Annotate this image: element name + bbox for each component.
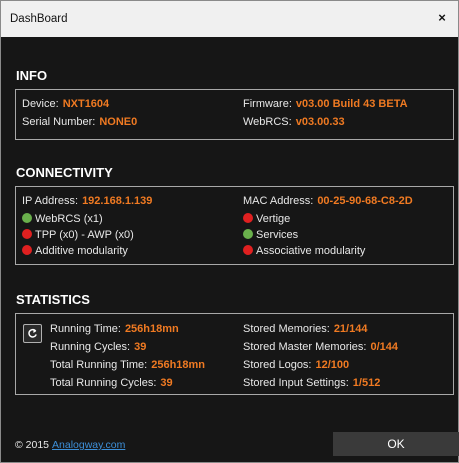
webrcs-row: WebRCS: v03.00.33 [243, 116, 345, 128]
total-running-cycles-row: Total Running Cycles: 39 [50, 377, 173, 389]
statistics-section-title: STATISTICS [16, 292, 90, 307]
stored-memories-row: Stored Memories: 21/144 [243, 323, 367, 335]
total-running-time-value: 256h18mn [151, 359, 206, 371]
serial-row: Serial Number: NONE0 [22, 116, 137, 128]
firmware-row: Firmware: v03.00 Build 43 BETA [243, 98, 408, 110]
refresh-button[interactable] [23, 324, 42, 343]
total-running-cycles-label: Total Running Cycles: [50, 377, 157, 389]
analogway-link[interactable]: Analogway.com [52, 439, 125, 451]
stored-inputs-row: Stored Input Settings: 1/512 [243, 377, 380, 389]
firmware-label: Firmware: [243, 98, 292, 110]
running-time-row: Running Time: 256h18mn [50, 323, 179, 335]
status-item-label: Vertige [256, 213, 291, 225]
status-red-icon [243, 213, 253, 223]
stored-logos-row: Stored Logos: 12/100 [243, 359, 349, 371]
status-green-icon [243, 229, 253, 239]
title-bar: DashBoard × [1, 1, 458, 37]
status-red-icon [243, 245, 253, 255]
connectivity-box: IP Address: 192.168.1.139 MAC Address: 00-… [15, 186, 454, 265]
webrcs-value: v03.00.33 [295, 116, 345, 128]
stored-inputs-value: 1/512 [352, 377, 381, 389]
status-green-icon [22, 213, 32, 223]
mac-value: 00-25-90-68-C8-2D [317, 195, 413, 207]
statistics-box: Running Time: 256h18mn Running Cycles: 39 … [15, 313, 454, 395]
serial-value: NONE0 [99, 116, 138, 128]
status-item-webrcs: WebRCS (x1) [22, 213, 103, 225]
device-row: Device: NXT1604 [22, 98, 109, 110]
status-item-associative: Associative modularity [243, 245, 365, 257]
stored-inputs-label: Stored Input Settings: [243, 377, 349, 389]
ok-button[interactable]: OK [333, 432, 459, 456]
status-red-icon [22, 245, 32, 255]
firmware-value: v03.00 Build 43 BETA [295, 98, 408, 110]
running-cycles-value: 39 [134, 341, 147, 353]
status-item-label: Services [256, 229, 299, 241]
stored-memories-value: 21/144 [333, 323, 368, 335]
running-cycles-row: Running Cycles: 39 [50, 341, 146, 353]
mac-row: MAC Address: 00-25-90-68-C8-2D [243, 195, 413, 207]
footer-copyright: © 2015 Analogway.com [15, 439, 125, 451]
device-label: Device: [22, 98, 59, 110]
refresh-icon [28, 328, 37, 338]
status-item-label: Associative modularity [256, 245, 366, 257]
status-item-tpp-awp: TPP (x0) - AWP (x0) [22, 229, 134, 241]
ip-label: IP Address: [22, 195, 79, 207]
copyright-text: © 2015 [15, 439, 50, 451]
stored-logos-label: Stored Logos: [243, 359, 312, 371]
device-value: NXT1604 [62, 98, 110, 110]
stored-master-row: Stored Master Memories: 0/144 [243, 341, 398, 353]
status-item-additive: Additive modularity [22, 245, 128, 257]
status-item-services: Services [243, 229, 298, 241]
stored-master-value: 0/144 [370, 341, 399, 353]
ip-row: IP Address: 192.168.1.139 [22, 195, 152, 207]
stored-master-label: Stored Master Memories: [243, 341, 367, 353]
stored-logos-value: 12/100 [315, 359, 350, 371]
status-item-label: TPP (x0) - AWP (x0) [35, 229, 134, 241]
running-time-value: 256h18mn [124, 323, 179, 335]
total-running-cycles-value: 39 [160, 377, 173, 389]
info-section-title: INFO [16, 68, 48, 83]
running-time-label: Running Time: [50, 323, 121, 335]
status-item-vertige: Vertige [243, 213, 290, 225]
dashboard-window: DashBoard × INFO Device: NXT1604 Serial N… [0, 0, 459, 463]
serial-label: Serial Number: [22, 116, 96, 128]
stored-memories-label: Stored Memories: [243, 323, 330, 335]
window-title: DashBoard [10, 13, 68, 25]
ip-value: 192.168.1.139 [82, 195, 153, 207]
mac-label: MAC Address: [243, 195, 314, 207]
status-item-label: Additive modularity [35, 245, 128, 257]
status-red-icon [22, 229, 32, 239]
running-cycles-label: Running Cycles: [50, 341, 131, 353]
total-running-time-row: Total Running Time: 256h18mn [50, 359, 205, 371]
close-icon[interactable]: × [434, 10, 450, 26]
info-box: Device: NXT1604 Serial Number: NONE0 Firmw… [15, 89, 454, 140]
status-item-label: WebRCS (x1) [35, 213, 103, 225]
connectivity-section-title: CONNECTIVITY [16, 165, 113, 180]
webrcs-label: WebRCS: [243, 116, 292, 128]
total-running-time-label: Total Running Time: [50, 359, 148, 371]
